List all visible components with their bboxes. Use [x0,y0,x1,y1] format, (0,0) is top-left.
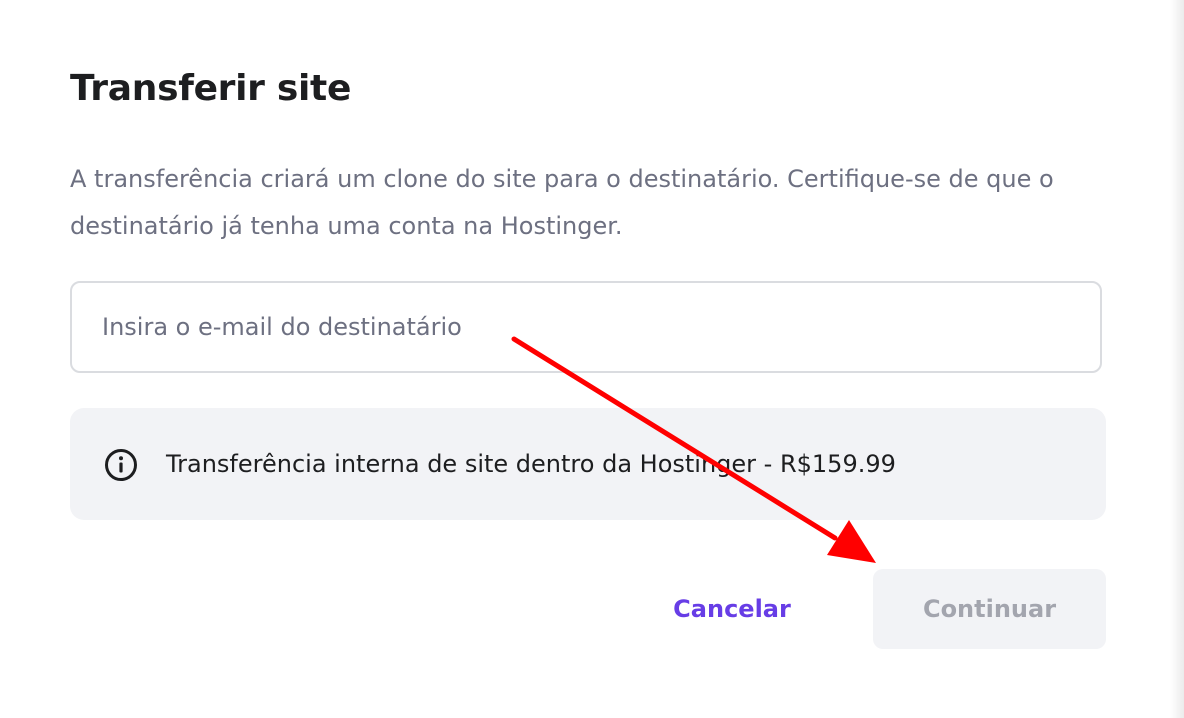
continue-button[interactable]: Continuar [873,569,1106,649]
recipient-email-input[interactable] [70,281,1102,373]
dialog-title: Transferir site [70,68,352,109]
cancel-button[interactable]: Cancelar [646,570,818,648]
transfer-site-dialog: Transferir site A transferência criará u… [0,0,1184,718]
dialog-edge-shadow [1170,0,1184,718]
transfer-price-text: Transferência interna de site dentro da … [166,450,896,478]
dialog-description: A transferência criará um clone do site … [70,165,1054,240]
info-icon [105,449,137,481]
transfer-price-notice: Transferência interna de site dentro da … [70,408,1106,520]
